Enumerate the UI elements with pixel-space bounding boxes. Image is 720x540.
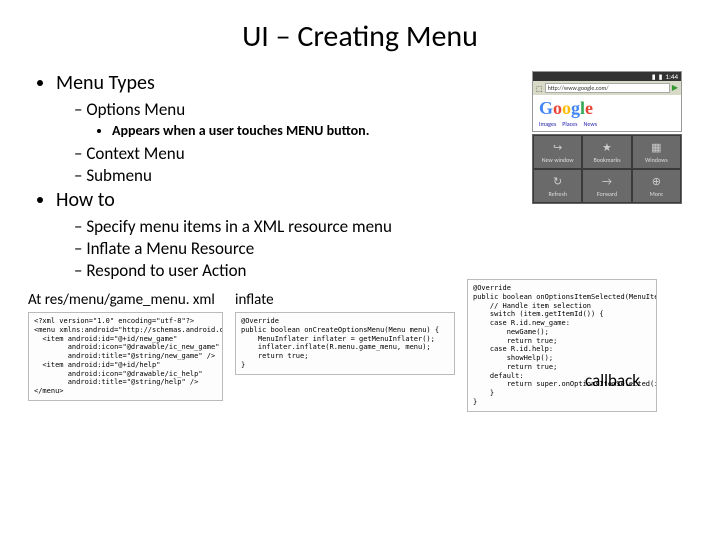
content-left: Menu Types Options Menu Appears when a u… xyxy=(28,71,532,283)
bullet-options-menu: Options Menu Appears when a user touches… xyxy=(74,99,532,139)
phone-page: Google Images Places News xyxy=(533,95,681,131)
label: Refresh xyxy=(548,190,566,198)
code-xml: <?xml version="1.0" encoding="utf-8"?> <… xyxy=(28,312,223,401)
google-links: Images Places News xyxy=(539,121,675,127)
url-field: http://www.google.com/ xyxy=(545,83,670,93)
phone-screenshot: ▮ ▮ 1:44 ⬚ http://www.google.com/ ▶ Goog… xyxy=(532,71,682,132)
link-b: Places xyxy=(562,121,577,127)
globe-icon: ⬚ xyxy=(536,85,543,92)
callback-label: callback xyxy=(585,370,640,391)
text: Specify menu items in a XML resource men… xyxy=(86,216,392,237)
bullet-submenu: Submenu xyxy=(74,165,532,186)
slide-title: UI – Creating Menu xyxy=(28,18,692,55)
bullet-menu-types: Menu Types Options Menu Appears when a u… xyxy=(56,71,532,186)
bullet-how-to: How to Specify menu items in a XML resou… xyxy=(56,188,532,281)
signal-icon: ▮ xyxy=(652,73,656,80)
link-a: Images xyxy=(539,121,556,127)
text: Submenu xyxy=(86,165,152,186)
bullet-options-desc: Appears when a user touches MENU button. xyxy=(112,122,532,139)
link-c: News xyxy=(584,121,597,127)
phone-urlbar: ⬚ http://www.google.com/ ▶ xyxy=(533,81,681,95)
more-icon: ⊕ xyxy=(649,174,663,188)
bullet-context-menu: Context Menu xyxy=(74,143,532,164)
text: Options Menu xyxy=(86,99,185,120)
menu-bookmarks: ★ Bookmarks xyxy=(582,135,631,169)
menu-refresh: ↻ Refresh xyxy=(533,169,582,203)
text: Inflate a Menu Resource xyxy=(86,238,254,259)
inflate-label: inflate xyxy=(235,291,455,309)
menu-windows: ▦ Windows xyxy=(632,135,681,169)
code-inflate: @Override public boolean onCreateOptions… xyxy=(235,312,455,375)
windows-icon: ▦ xyxy=(649,140,663,154)
bullet-howto-2: Inflate a Menu Resource xyxy=(74,238,532,259)
options-menu-grid: ↪ New window ★ Bookmarks ▦ Windows ↻ Refresh… xyxy=(532,134,682,204)
text: Respond to user Action xyxy=(86,260,246,281)
phone-statusbar: ▮ ▮ 1:44 xyxy=(533,72,681,81)
refresh-icon: ↻ xyxy=(551,174,565,188)
google-logo: Google xyxy=(539,99,675,117)
go-icon: ▶ xyxy=(672,84,678,92)
label: More xyxy=(650,190,663,198)
new-window-icon: ↪ xyxy=(551,140,565,154)
menu-more: ⊕ More xyxy=(632,169,681,203)
bullet-howto-1: Specify menu items in a XML resource men… xyxy=(74,216,532,237)
clock: 1:44 xyxy=(665,73,678,80)
label: Bookmarks xyxy=(593,156,620,164)
menu-new-window: ↪ New window xyxy=(533,135,582,169)
menu-forward: → Forward xyxy=(582,169,631,203)
forward-icon: → xyxy=(600,174,614,188)
label: New window xyxy=(542,156,574,164)
label: Forward xyxy=(597,190,617,198)
code-callback: @Override public boolean onOptionsItemSe… xyxy=(467,279,657,412)
bookmarks-icon: ★ xyxy=(600,140,614,154)
bullet-howto-3: Respond to user Action xyxy=(74,260,532,281)
text: Menu Types xyxy=(56,71,155,95)
battery-icon: ▮ xyxy=(659,73,663,80)
xml-path-label: At res/menu/game_menu. xml xyxy=(28,291,223,309)
text: How to xyxy=(56,188,115,212)
label: Windows xyxy=(645,156,668,164)
text: Context Menu xyxy=(86,143,184,164)
